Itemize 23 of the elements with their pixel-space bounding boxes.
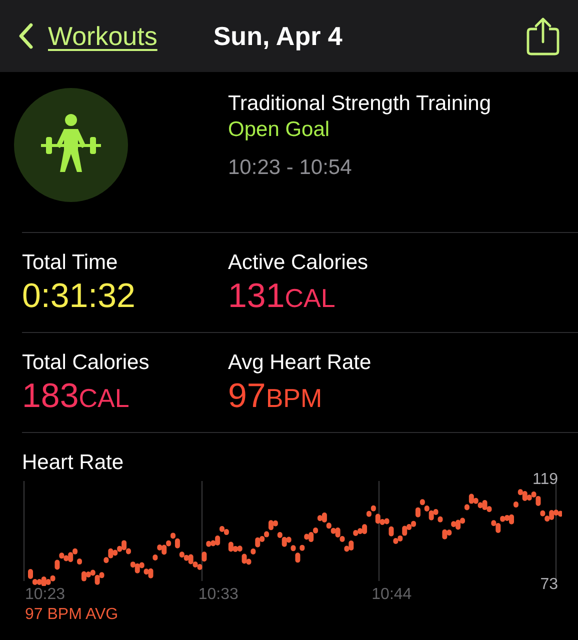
time-axis-label: 10:44 [370,586,413,604]
workout-name: Traditional Strength Training [228,92,492,116]
metric-value: 0:31:32 [22,277,136,316]
axis-min-label: 73 [540,576,558,594]
axis-max-label: 119 [532,471,558,489]
average-label: 97 BPM AVG [24,606,118,624]
metric-label: Active Calories [228,251,368,275]
time-axis-label: 10:33 [197,586,240,604]
back-button[interactable]: Workouts [18,20,158,52]
workout-goal: Open Goal [228,118,331,142]
metric-label: Total Calories [22,351,150,375]
share-icon [526,16,560,56]
nav-title: Sun, Apr 4 [213,20,342,52]
metric-value: 183CAL [22,377,130,416]
time-axis-label: 10:23 [24,586,66,604]
metric-value: 131CAL [228,277,336,316]
metric-value: 97BPM [228,377,322,416]
chevron-left-icon [18,22,34,50]
time-range: 10:23 - 10:54 [228,156,353,180]
share-button[interactable] [526,16,560,56]
metric-label: Avg Heart Rate [228,351,372,375]
metric-label: Total Time [22,251,118,275]
chart-title: Heart Rate [22,451,124,475]
